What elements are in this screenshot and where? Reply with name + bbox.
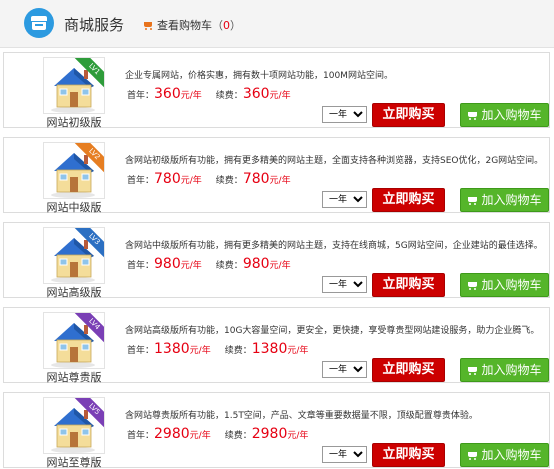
renew-unit: 元/年 bbox=[287, 431, 309, 441]
add-to-cart-button[interactable]: 加入购物车 bbox=[460, 188, 549, 212]
first-year-price: 780 bbox=[154, 171, 181, 187]
add-to-cart-label: 加入购物车 bbox=[481, 108, 542, 122]
term-select[interactable]: 一年 bbox=[322, 106, 367, 123]
product-image[interactable]: LV4 bbox=[43, 312, 105, 369]
renew-unit: 元/年 bbox=[287, 346, 309, 356]
cart-icon bbox=[467, 451, 478, 460]
buy-now-button[interactable]: 立即购买 bbox=[372, 103, 445, 127]
first-year-label: 首年： bbox=[127, 431, 155, 441]
first-year-label: 首年： bbox=[127, 346, 155, 356]
first-year-label: 首年： bbox=[127, 176, 155, 186]
renew-label: 续费： bbox=[215, 261, 243, 271]
price-line: 首年：1380元/年 续费：1380元/年 bbox=[127, 341, 308, 357]
first-year-price: 2980 bbox=[154, 426, 190, 442]
buy-now-button[interactable]: 立即购买 bbox=[372, 273, 445, 297]
product-image[interactable]: LV3 bbox=[43, 227, 105, 284]
cart-icon bbox=[467, 111, 478, 120]
product-card: LV3 网站高级版 含网站中级版所有功能，拥有更多精美的网站主题，支持在线商城，… bbox=[3, 222, 550, 300]
renew-price: 360 bbox=[242, 86, 270, 102]
cart-count: 0 bbox=[223, 19, 230, 32]
add-to-cart-label: 加入购物车 bbox=[481, 193, 542, 207]
product-card: LV4 网站尊贵版 含网站高级版所有功能，10G大容量空间，更安全，更快捷，享受… bbox=[3, 307, 550, 385]
first-year-price: 1380 bbox=[154, 341, 190, 357]
term-select[interactable]: 一年 bbox=[322, 361, 367, 378]
product-description: 含网站初级版所有功能，拥有更多精美的网站主题，全面支持各种浏览器，支持SEO优化… bbox=[125, 156, 544, 166]
add-to-cart-button[interactable]: 加入购物车 bbox=[460, 103, 549, 127]
product-description: 含网站高级版所有功能，10G大容量空间，更安全，更快捷，享受尊贵型网站建设服务，… bbox=[125, 326, 540, 336]
first-year-label: 首年： bbox=[127, 261, 155, 271]
product-image[interactable]: LV5 bbox=[43, 397, 105, 454]
cart-icon bbox=[467, 196, 478, 205]
renew-unit: 元/年 bbox=[269, 261, 291, 271]
add-to-cart-label: 加入购物车 bbox=[481, 363, 542, 377]
cart-count-open: （ bbox=[212, 19, 223, 32]
product-name[interactable]: 网站初级版 bbox=[34, 114, 114, 130]
buy-now-button[interactable]: 立即购买 bbox=[372, 358, 445, 382]
product-image[interactable]: LV1 bbox=[43, 57, 105, 114]
price-unit: 元/年 bbox=[180, 176, 202, 186]
renew-unit: 元/年 bbox=[269, 91, 291, 101]
renew-price: 1380 bbox=[251, 341, 288, 357]
add-to-cart-button[interactable]: 加入购物车 bbox=[460, 273, 549, 297]
product-name[interactable]: 网站至尊版 bbox=[34, 454, 114, 469]
price-unit: 元/年 bbox=[189, 346, 211, 356]
price-line: 首年：2980元/年 续费：2980元/年 bbox=[127, 426, 308, 442]
cart-count-close: ） bbox=[230, 19, 241, 32]
product-name[interactable]: 网站高级版 bbox=[34, 284, 114, 300]
price-unit: 元/年 bbox=[189, 431, 211, 441]
product-card: LV2 网站中级版 含网站初级版所有功能，拥有更多精美的网站主题，全面支持各种浏… bbox=[3, 137, 550, 215]
page-title: 商城服务 bbox=[64, 16, 125, 34]
shopping-cart-icon bbox=[142, 21, 154, 30]
renew-label: 续费： bbox=[224, 346, 252, 356]
renew-label: 续费： bbox=[224, 431, 252, 441]
product-name[interactable]: 网站尊贵版 bbox=[34, 369, 114, 385]
add-to-cart-button[interactable]: 加入购物车 bbox=[460, 443, 549, 467]
first-year-price: 360 bbox=[154, 86, 181, 102]
product-card: LV1 网站初级版 企业专属网站，价格实惠，拥有数十项网站功能，100M网站空间… bbox=[3, 52, 550, 130]
renew-label: 续费： bbox=[215, 176, 243, 186]
first-year-label: 首年： bbox=[127, 91, 155, 101]
view-cart-label: 查看购物车 bbox=[157, 19, 212, 32]
product-name[interactable]: 网站中级版 bbox=[34, 199, 114, 215]
term-select[interactable]: 一年 bbox=[322, 191, 367, 208]
add-to-cart-label: 加入购物车 bbox=[481, 448, 542, 462]
cart-icon bbox=[467, 281, 478, 290]
price-line: 首年：980元/年 续费：980元/年 bbox=[127, 256, 291, 272]
service-header: 商城服务 查看购物车（0） bbox=[0, 0, 554, 48]
store-icon bbox=[24, 8, 54, 38]
renew-price: 980 bbox=[242, 256, 270, 272]
product-description: 含网站尊贵版所有功能，1.5T空间，产品、文章等重要数据量不限，顶级配置尊贵体验… bbox=[125, 411, 478, 421]
product-description: 含网站中级版所有功能，拥有更多精美的网站主题，支持在线商城，5G网站空间，企业建… bbox=[125, 241, 543, 251]
cart-icon bbox=[467, 366, 478, 375]
product-card: LV5 网站至尊版 含网站尊贵版所有功能，1.5T空间，产品、文章等重要数据量不… bbox=[3, 392, 550, 469]
term-select[interactable]: 一年 bbox=[322, 276, 367, 293]
product-description: 企业专属网站，价格实惠，拥有数十项网站功能，100M网站空间。 bbox=[125, 71, 393, 81]
buy-now-button[interactable]: 立即购买 bbox=[372, 443, 445, 467]
price-line: 首年：780元/年 续费：780元/年 bbox=[127, 171, 291, 187]
renew-label: 续费： bbox=[215, 91, 243, 101]
first-year-price: 980 bbox=[154, 256, 181, 272]
price-unit: 元/年 bbox=[180, 91, 202, 101]
renew-price: 780 bbox=[242, 171, 270, 187]
renew-unit: 元/年 bbox=[269, 176, 291, 186]
price-unit: 元/年 bbox=[180, 261, 202, 271]
buy-now-button[interactable]: 立即购买 bbox=[372, 188, 445, 212]
renew-price: 2980 bbox=[251, 426, 288, 442]
add-to-cart-button[interactable]: 加入购物车 bbox=[460, 358, 549, 382]
term-select[interactable]: 一年 bbox=[322, 446, 367, 463]
add-to-cart-label: 加入购物车 bbox=[481, 278, 542, 292]
price-line: 首年：360元/年 续费：360元/年 bbox=[127, 86, 291, 102]
view-cart-link[interactable]: 查看购物车（0） bbox=[142, 17, 241, 33]
product-image[interactable]: LV2 bbox=[43, 142, 105, 199]
